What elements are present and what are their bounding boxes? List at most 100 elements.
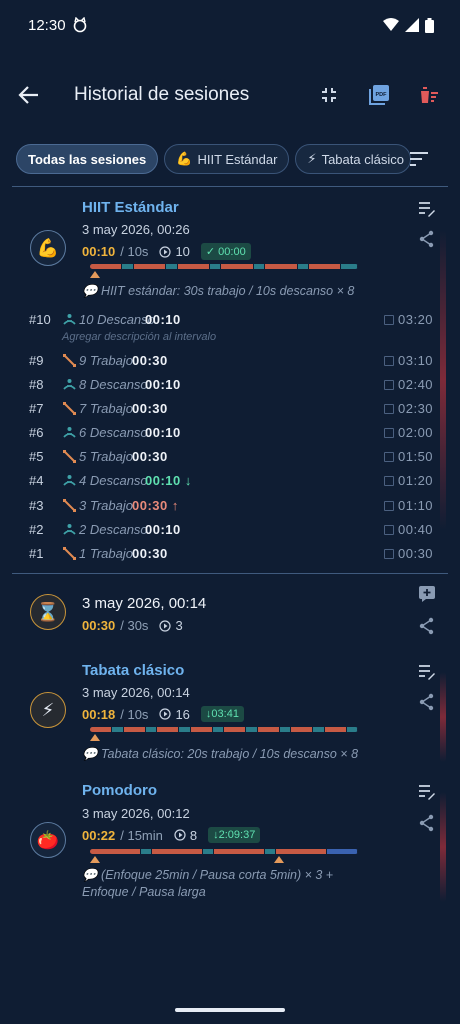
share-icon[interactable]	[418, 230, 436, 248]
interval-row[interactable]: #5 5 Trabajo 00:30 01:50	[0, 449, 460, 469]
session-avatar: ⚡	[30, 692, 66, 728]
share-icon[interactable]	[418, 617, 436, 635]
chip-tabata[interactable]: ⚡ Tabata clásico	[295, 144, 412, 174]
work-segment	[177, 264, 210, 269]
description-icon[interactable]	[384, 525, 394, 535]
share-icon[interactable]	[418, 693, 436, 711]
play-circle-icon	[159, 708, 172, 720]
signal-icon	[405, 18, 419, 32]
play-circle-icon	[159, 619, 172, 632]
play-circle-icon	[159, 245, 172, 258]
work-segment	[90, 849, 141, 854]
gesture-bar[interactable]	[175, 1008, 285, 1012]
cat-icon	[73, 17, 86, 33]
interval-bar	[90, 727, 358, 732]
work-segment	[224, 727, 246, 732]
interval-row[interactable]: #10 10 Descanso 00:10 03:20	[0, 312, 460, 332]
interval-row[interactable]: #9 9 Trabajo 00:30 03:10	[0, 353, 460, 373]
session-card[interactable]: ⚡ Tabata clásico 3 may 2026, 00:14 00:18…	[0, 652, 460, 770]
chip-hiit[interactable]: 💪 HIIT Estándar	[164, 144, 290, 174]
time-badge: ↓03:41	[200, 706, 244, 722]
description-icon[interactable]	[384, 428, 394, 438]
rest-segment	[122, 264, 134, 269]
filter-chips: Todas las sesiones 💪 HIIT Estándar ⚡ Tabat…	[16, 144, 446, 174]
interval-row[interactable]: #1 1 Trabajo 00:30 00:30	[0, 546, 460, 566]
edit-note-icon[interactable]	[418, 783, 436, 801]
pdf-export-icon[interactable]: PDF	[366, 82, 392, 108]
description-icon[interactable]	[384, 315, 394, 325]
delete-all-icon[interactable]	[416, 82, 442, 108]
interval-number: #2	[29, 522, 44, 537]
work-icon	[63, 354, 76, 370]
interval-label: 5 Trabajo	[79, 449, 133, 464]
lightning-icon: ⚡	[41, 699, 55, 720]
description-icon[interactable]	[384, 549, 394, 559]
total-duration: / 15min	[120, 827, 163, 843]
interval-time: 01:10	[398, 498, 434, 513]
share-icon[interactable]	[418, 814, 436, 832]
interval-time: 01:50	[398, 449, 434, 464]
interval-row[interactable]: #2 2 Descanso 00:10 00:40	[0, 522, 460, 542]
description-icon[interactable]	[384, 476, 394, 486]
sort-icon[interactable]	[408, 150, 430, 168]
session-card[interactable]: 🍅 Pomodoro 3 may 2026, 00:12 00:22 / 15m…	[0, 772, 460, 912]
interval-row[interactable]: #3 3 Trabajo 00:30 ↑ 01:10	[0, 498, 460, 518]
description-icon[interactable]	[384, 380, 394, 390]
interval-number: #6	[29, 425, 44, 440]
interval-value: 00:30	[132, 546, 168, 561]
total-duration: / 10s	[120, 706, 149, 722]
interval-label: 2 Descanso	[79, 522, 148, 537]
session-note: 💬 (Enfoque 25min / Pausa corta 5min) × 3…	[82, 868, 334, 899]
interval-number: #9	[29, 353, 44, 368]
session-card[interactable]: ⌛ 3 may 2026, 00:14 00:30 / 30s 3	[0, 576, 460, 650]
session-name: Tabata clásico	[82, 662, 185, 679]
muscle-icon: 💪	[36, 237, 60, 258]
interval-value: 00:30 ↑	[132, 498, 179, 513]
work-segment	[152, 849, 203, 854]
add-description-hint[interactable]: Agregar descripción al intervalo	[62, 331, 216, 343]
rest-segment	[145, 727, 157, 732]
edit-note-icon[interactable]	[418, 663, 436, 681]
add-comment-icon[interactable]	[418, 585, 436, 603]
interval-label: 3 Trabajo	[79, 498, 133, 513]
cycles: 10	[159, 244, 190, 259]
rest-segment	[212, 727, 224, 732]
interval-row[interactable]: #7 7 Trabajo 00:30 02:30	[0, 401, 460, 421]
description-icon[interactable]	[384, 452, 394, 462]
collapse-icon[interactable]	[316, 82, 342, 108]
interval-row[interactable]: #4 4 Descanso 00:10 ↓ 01:20	[0, 473, 460, 493]
muscle-icon: 💪	[176, 151, 193, 166]
session-stats: 00:22 / 15min 8 ↓2:09:37	[82, 827, 261, 843]
session-stats: 00:18 / 10s 16 ↓03:41	[82, 706, 244, 722]
description-icon[interactable]	[384, 501, 394, 511]
session-name: Pomodoro	[82, 782, 157, 799]
chip-all-sessions[interactable]: Todas las sesiones	[16, 144, 159, 174]
rest-segment	[313, 727, 325, 732]
total-duration: / 30s	[120, 618, 149, 633]
work-icon	[63, 547, 76, 563]
work-segment	[190, 727, 213, 732]
start-marker	[90, 856, 100, 863]
work-segment	[214, 849, 265, 854]
rest-segment	[341, 264, 358, 269]
rest-segment	[141, 849, 152, 854]
interval-row[interactable]: #6 6 Descanso 00:10 02:00	[0, 425, 460, 445]
session-card[interactable]: 💪 HIIT Estándar 3 may 2026, 00:26 00:10 …	[0, 190, 460, 570]
interval-bar	[90, 264, 358, 269]
rest-icon	[63, 313, 76, 329]
start-marker	[90, 271, 100, 278]
interval-number: #10	[29, 312, 51, 327]
interval-label: 7 Trabajo	[79, 401, 133, 416]
hourglass-icon: ⌛	[36, 601, 60, 622]
work-icon	[63, 450, 76, 466]
work-segment	[133, 264, 167, 269]
interval-value: 00:10	[145, 312, 181, 327]
progress-marker	[274, 856, 284, 863]
description-icon[interactable]	[384, 356, 394, 366]
interval-row[interactable]: #8 8 Descanso 00:10 02:40	[0, 377, 460, 397]
rest-segment	[253, 264, 266, 269]
edit-note-icon[interactable]	[418, 200, 436, 218]
description-icon[interactable]	[384, 404, 394, 414]
back-arrow-icon[interactable]	[16, 82, 42, 108]
interval-label: 10 Descanso	[79, 312, 155, 327]
